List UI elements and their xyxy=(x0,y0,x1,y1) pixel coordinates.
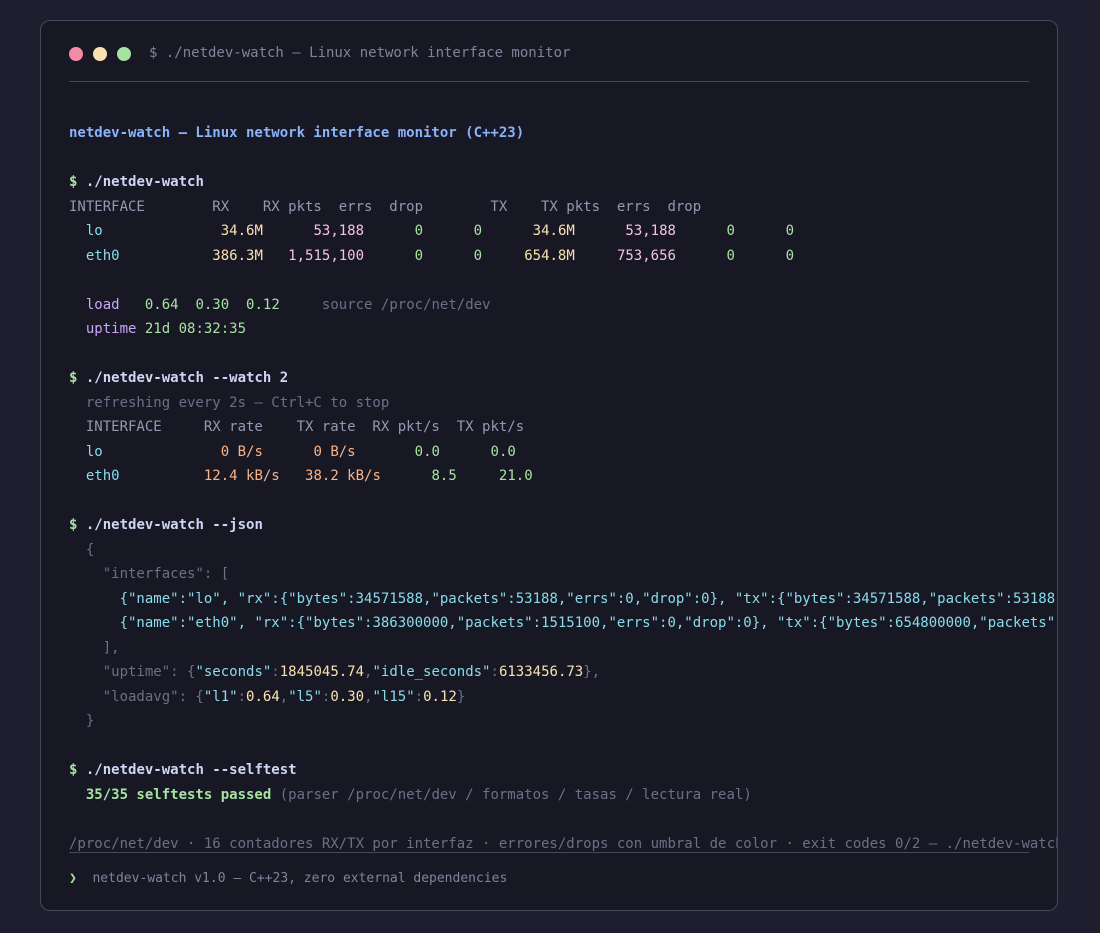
footer-divider xyxy=(69,852,1029,853)
json-open: { xyxy=(69,541,94,559)
json-line: {"name":"lo", "rx":{"bytes":34571588,"pa… xyxy=(119,591,1058,607)
json-l1: 0.64 xyxy=(246,689,280,705)
uptime-label: uptime xyxy=(85,321,137,337)
json-l5: 0.30 xyxy=(330,689,365,705)
tx-pkts-per-sec: 0.0 xyxy=(490,444,516,460)
json-uptime-seconds: 1845045.74 xyxy=(279,664,365,680)
load-line: load 0.64 0.30 0.12 source /proc/net/dev xyxy=(69,296,491,314)
rx-rate: 12.4 kB/s xyxy=(203,468,280,484)
command-line: $ ./netdev-watch --selftest xyxy=(69,762,297,778)
json-key: "uptime" xyxy=(102,664,171,680)
tx-packets: 753,656 xyxy=(616,248,676,264)
json-interface-lo: {"name":"lo", "rx":{"bytes":34571588,"pa… xyxy=(69,590,1058,608)
window-title: $ ./netdev-watch — Linux network interfa… xyxy=(149,45,571,61)
tx-rate: 0 B/s xyxy=(313,444,356,460)
uptime-value: 21d 08:32:35 xyxy=(144,321,247,337)
rx-drop: 0 xyxy=(473,248,483,264)
tx-pkts-per-sec: 21.0 xyxy=(498,468,533,484)
title-bar: $ ./netdev-watch — Linux network interfa… xyxy=(69,21,1029,82)
rx-errs: 0 xyxy=(414,248,424,264)
rx-errs: 0 xyxy=(414,223,424,239)
maximize-window-button[interactable] xyxy=(117,47,131,61)
rx-packets: 53,188 xyxy=(313,223,365,239)
table-row: lo 34.6M 53,188 0 0 34.6M 53,188 0 0 xyxy=(69,222,794,240)
heading: netdev-watch — Linux network interface m… xyxy=(69,125,525,141)
rx-bytes: 34.6M xyxy=(220,223,263,239)
uptime-line: uptime 21d 08:32:35 xyxy=(69,320,246,338)
table-row: eth0 386.3M 1,515,100 0 0 654.8M 753,656… xyxy=(69,247,794,265)
footer-text: netdev-watch v1.0 — C++23, zero external… xyxy=(92,871,508,886)
command-line: $ ./netdev-watch --json xyxy=(69,517,263,533)
footer: ❯ netdev-watch v1.0 — C++23, zero extern… xyxy=(69,871,507,886)
json-close: } xyxy=(69,712,94,730)
tx-packets: 53,188 xyxy=(625,223,676,239)
terminal-window: $ ./netdev-watch — Linux network interfa… xyxy=(40,20,1058,911)
rx-rate: 0 B/s xyxy=(220,444,263,460)
refresh-note-text: refreshing every 2s — Ctrl+C to stop xyxy=(85,395,390,411)
json-line: {"name":"eth0", "rx":{"bytes":386300000,… xyxy=(119,615,1058,631)
table-row: lo 0 B/s 0 B/s 0.0 0.0 xyxy=(69,443,516,461)
tx-errs: 0 xyxy=(726,223,735,239)
table-header: INTERFACE RX RX pkts errs drop TX TX pkt… xyxy=(69,199,702,215)
refresh-note: refreshing every 2s — Ctrl+C to stop xyxy=(69,394,389,412)
table-row: eth0 12.4 kB/s 38.2 kB/s 8.5 21.0 xyxy=(69,467,533,485)
command-text: ./netdev-watch --selftest xyxy=(77,762,297,778)
source-note: source /proc/net/dev xyxy=(321,297,491,313)
iface-name: lo xyxy=(85,223,103,239)
load-1m: 0.64 xyxy=(144,297,179,313)
load-15m: 0.12 xyxy=(246,297,280,313)
json-uptime: "uptime": {"seconds":1845045.74,"idle_se… xyxy=(102,664,601,680)
json-interface-eth0: {"name":"eth0", "rx":{"bytes":386300000,… xyxy=(69,614,1058,632)
command-line: $ ./netdev-watch --watch 2 xyxy=(69,370,289,386)
selftest-detail: (parser /proc/net/dev / formatos / tasas… xyxy=(279,787,752,803)
load-5m: 0.30 xyxy=(195,297,230,313)
minimize-window-button[interactable] xyxy=(93,47,107,61)
tx-drop: 0 xyxy=(785,248,794,264)
rx-pkts-per-sec: 8.5 xyxy=(431,468,457,484)
tx-rate: 38.2 kB/s xyxy=(305,468,381,484)
rx-pkts-per-sec: 0.0 xyxy=(414,444,440,460)
rx-packets: 1,515,100 xyxy=(288,248,365,264)
json-open-brace: { xyxy=(85,542,95,558)
json-key: "loadavg" xyxy=(102,689,179,705)
tx-bytes: 654.8M xyxy=(524,248,575,264)
json-close-brace: } xyxy=(85,713,95,729)
rx-bytes: 386.3M xyxy=(212,248,263,264)
iface-name: eth0 xyxy=(85,248,120,264)
json-loadavg: "loadavg": {"l1":0.64,"l5":0.30,"l15":0.… xyxy=(102,689,466,705)
json-close-array: ], xyxy=(102,640,120,656)
prompt-arrow-icon: ❯ xyxy=(69,871,77,886)
command-line: $ ./netdev-watch xyxy=(69,174,204,190)
iface-name: eth0 xyxy=(85,468,120,484)
command-text: ./netdev-watch --watch 2 xyxy=(77,370,289,386)
json-array-close: ], xyxy=(69,639,120,657)
tx-bytes: 34.6M xyxy=(532,223,575,239)
rx-drop: 0 xyxy=(473,223,483,239)
load-label: load xyxy=(85,297,120,313)
command-text: ./netdev-watch --json xyxy=(77,517,263,533)
rate-header-text: INTERFACE RX rate TX rate RX pkt/s TX pk… xyxy=(85,419,525,435)
json-uptime-idle: 6133456.73 xyxy=(498,664,584,680)
rate-table-header: INTERFACE RX rate TX rate RX pkt/s TX pk… xyxy=(69,418,524,436)
close-window-button[interactable] xyxy=(69,47,83,61)
json-l15: 0.12 xyxy=(423,689,457,705)
tx-errs: 0 xyxy=(726,248,735,264)
selftest-result: 35/35 selftests passed (parser /proc/net… xyxy=(69,786,752,804)
command-text: ./netdev-watch xyxy=(77,174,204,190)
tx-drop: 0 xyxy=(785,223,794,239)
summary-line: /proc/net/dev · 16 contadores RX/TX por … xyxy=(69,836,1058,852)
iface-name: lo xyxy=(85,444,103,460)
selftest-passed: 35/35 selftests passed xyxy=(85,787,272,803)
json-interfaces-key: "interfaces": [ xyxy=(102,566,230,582)
json-key: "interfaces" xyxy=(102,566,204,582)
